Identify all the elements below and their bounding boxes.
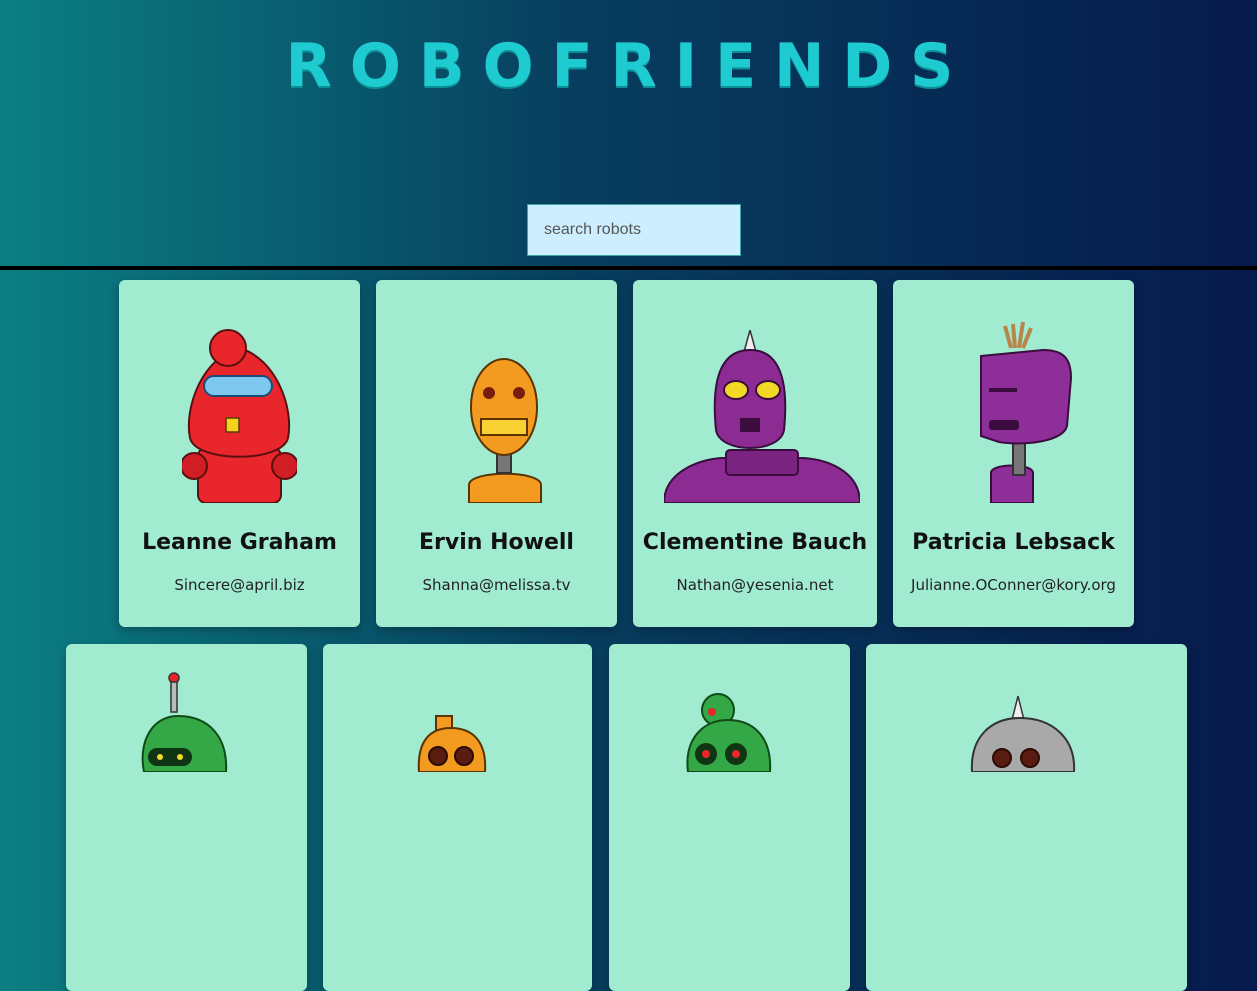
robot-card[interactable] bbox=[866, 644, 1187, 991]
divider bbox=[0, 266, 1257, 270]
robot-email: Julianne.OConner@kory.org bbox=[911, 576, 1116, 594]
robot-card[interactable] bbox=[609, 644, 850, 991]
robot-name: Patricia Lebsack bbox=[912, 530, 1115, 555]
robot-avatar bbox=[970, 695, 1076, 772]
robot-name: Ervin Howell bbox=[419, 530, 574, 555]
robot-avatar bbox=[664, 330, 860, 503]
robot-email: Sincere@april.biz bbox=[174, 576, 305, 594]
robot-avatar bbox=[141, 672, 228, 772]
robot-name: Clementine Bauch bbox=[642, 530, 868, 555]
header: RoboFriends bbox=[0, 0, 1257, 266]
robot-card[interactable] bbox=[323, 644, 592, 991]
robot-card[interactable] bbox=[66, 644, 307, 991]
search-input[interactable] bbox=[527, 204, 741, 256]
app-title: RoboFriends bbox=[285, 31, 972, 101]
robot-avatar bbox=[417, 715, 487, 772]
robot-email: Shanna@melissa.tv bbox=[422, 576, 571, 594]
robot-name: Leanne Graham bbox=[142, 530, 337, 555]
robot-email: Nathan@yesenia.net bbox=[676, 576, 834, 594]
robot-card[interactable]: Ervin Howell Shanna@melissa.tv bbox=[376, 280, 617, 627]
robot-card[interactable]: Leanne Graham Sincere@april.biz bbox=[119, 280, 360, 627]
robot-avatar bbox=[468, 358, 542, 503]
robot-card[interactable]: Patricia Lebsack Julianne.OConner@kory.o… bbox=[893, 280, 1134, 627]
robot-avatar bbox=[980, 321, 1073, 503]
robot-avatar bbox=[686, 693, 772, 772]
robot-avatar bbox=[182, 329, 297, 503]
robot-card[interactable]: Clementine Bauch Nathan@yesenia.net bbox=[633, 280, 877, 627]
